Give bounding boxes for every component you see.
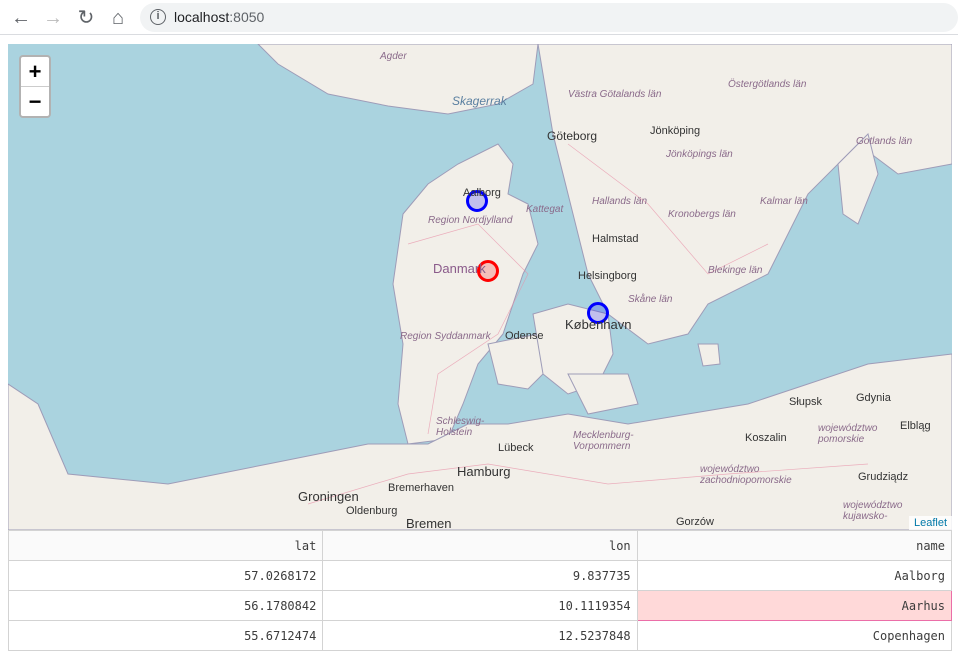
map-label: Mecklenburg-Vorpommern (573, 430, 634, 452)
map-label: Jönköpings län (666, 149, 733, 160)
cell-lat[interactable]: 57.0268172 (7, 560, 324, 591)
land-germany-poland (8, 353, 952, 530)
browser-toolbar: ← → ↻ ⌂ i localhost:8050 (0, 0, 958, 35)
map-label: województwo zachodniopomorskie (700, 464, 792, 486)
table-row: 56.1780842 10.1119354 Aarhus (7, 590, 953, 621)
map-label: Grudziądz (858, 471, 909, 483)
map-label: Region Nordjylland (428, 215, 513, 226)
data-table: lat lon name 57.0268172 9.837735 Aalborg… (7, 530, 953, 651)
map-label: Groningen (298, 489, 359, 504)
map-label: Västra Götalands län (568, 89, 662, 100)
map-label: województwo pomorskie (818, 423, 878, 445)
map-label: Skagerrak (452, 94, 507, 108)
map-label: Skåne län (628, 294, 673, 305)
map-label: Lübeck (498, 442, 534, 454)
cell-lon[interactable]: 12.5237848 (322, 620, 638, 651)
table-row: 57.0268172 9.837735 Aalborg (7, 560, 953, 591)
table-row: 55.6712474 12.5237848 Copenhagen (7, 620, 953, 651)
reload-icon[interactable]: ↻ (75, 7, 97, 29)
map-label: Koszalin (745, 432, 787, 444)
zoom-in-button[interactable]: + (21, 57, 49, 87)
cell-lat[interactable]: 55.6712474 (7, 620, 324, 651)
map-label: Jönköping (650, 125, 701, 137)
home-icon[interactable]: ⌂ (107, 7, 129, 29)
map-label: Region Syddanmark (400, 331, 491, 342)
map-label: Odense (505, 330, 544, 342)
cell-name[interactable]: Aalborg (636, 560, 953, 591)
map-label: Hamburg (457, 464, 511, 479)
table-header-row: lat lon name (7, 530, 953, 561)
map-label: Gdynia (856, 392, 891, 404)
land-lolland (567, 373, 639, 415)
map-label: Agder (380, 51, 407, 62)
column-header-name[interactable]: name (636, 530, 953, 561)
cell-name[interactable]: Copenhagen (636, 620, 953, 651)
map-label: Kalmar län (760, 196, 808, 207)
map-label: Bremen (406, 516, 452, 530)
map-label: Słupsk (789, 396, 823, 408)
map-label: Gotlands län (856, 136, 913, 147)
column-header-lat[interactable]: lat (7, 530, 324, 561)
map-label: Danmark (433, 261, 486, 276)
cell-name-selected[interactable]: Aarhus (636, 590, 953, 621)
map-label: województwo kujawsko- (843, 500, 903, 522)
map-label: Hallands län (592, 196, 648, 207)
forward-icon[interactable]: → (42, 7, 64, 29)
map-label: Blekinge län (708, 265, 763, 276)
map-label: Schleswig-Holstein (436, 416, 485, 438)
map-label: Göteborg (547, 129, 598, 143)
map-label: Oldenburg (346, 505, 398, 517)
map-label: København (565, 317, 632, 332)
cell-lat[interactable]: 56.1780842 (7, 590, 324, 621)
map-label: Gorzów (676, 516, 714, 528)
map-label: Aalborg (463, 187, 501, 199)
map-label: Bremerhaven (388, 482, 455, 494)
map-label: Kronobergs län (668, 209, 736, 220)
leaflet-attribution-link[interactable]: Leaflet (908, 516, 952, 530)
map-label: Helsingborg (578, 270, 637, 282)
zoom-out-button[interactable]: − (21, 87, 49, 117)
column-header-lon[interactable]: lon (322, 530, 638, 561)
map-label: Halmstad (592, 233, 639, 245)
back-icon[interactable]: ← (10, 7, 32, 29)
land-bornholm (697, 343, 721, 367)
url-text: localhost:8050 (174, 9, 265, 25)
address-bar[interactable]: i localhost:8050 (140, 3, 958, 32)
cell-lon[interactable]: 10.1119354 (322, 590, 638, 621)
map-label: Östergötlands län (728, 79, 807, 90)
info-icon[interactable]: i (150, 9, 166, 25)
map-label: Elbląg (900, 420, 931, 432)
map-tiles (8, 44, 952, 530)
map-label: Kattegat (526, 204, 564, 215)
cell-lon[interactable]: 9.837735 (322, 560, 638, 591)
leaflet-map[interactable]: Agder Skagerrak Västra Götalands län Öst… (8, 44, 952, 530)
zoom-control: + − (19, 55, 51, 118)
